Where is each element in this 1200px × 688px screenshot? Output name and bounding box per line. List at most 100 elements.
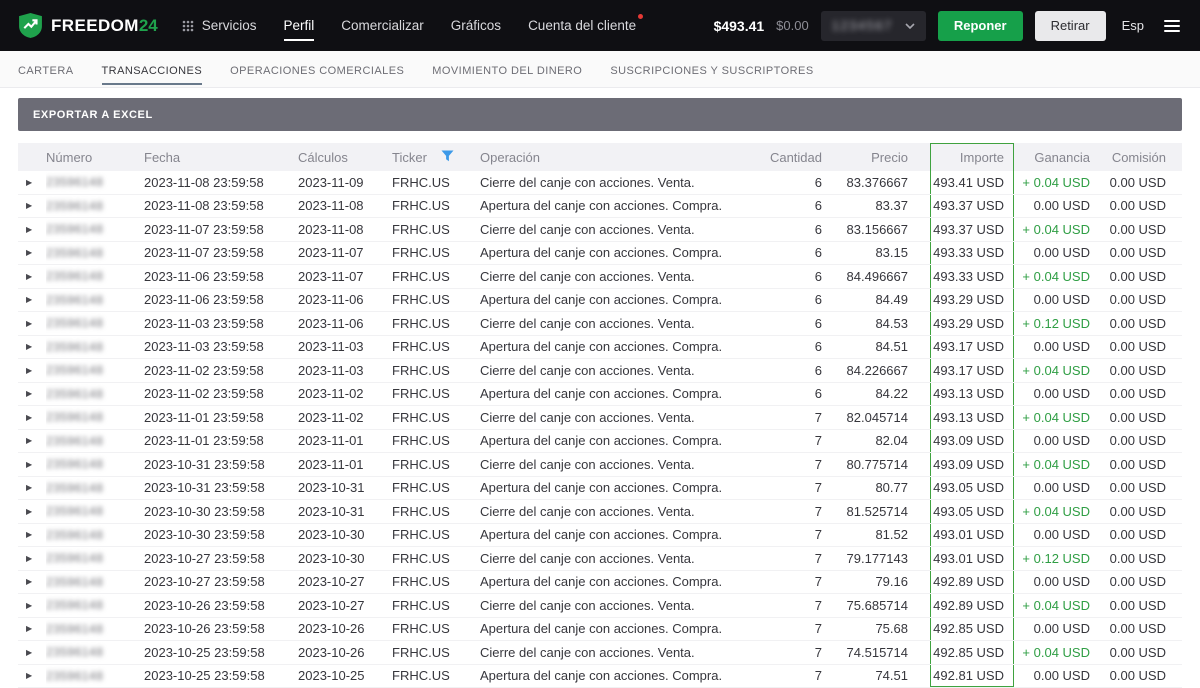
row-ganancia: 0.00 USD bbox=[1033, 621, 1090, 637]
nav-item-perfil[interactable]: Perfil bbox=[283, 10, 315, 41]
table-row[interactable]: ▶ 23596148 2023-11-01 23:59:58 2023-11-0… bbox=[18, 429, 1182, 453]
row-precio: 81.52 bbox=[875, 527, 908, 543]
expand-row-arrow-icon[interactable]: ▶ bbox=[26, 547, 46, 570]
table-row[interactable]: ▶ 23596148 2023-11-07 23:59:58 2023-11-0… bbox=[18, 218, 1182, 242]
row-fecha: 2023-11-07 23:59:58 bbox=[144, 221, 264, 237]
row-precio: 79.177143 bbox=[846, 550, 908, 566]
table-row[interactable]: ▶ 23596148 2023-11-06 23:59:58 2023-11-0… bbox=[18, 265, 1182, 289]
row-calculos: 2023-11-07 bbox=[298, 268, 364, 284]
expand-row-arrow-icon[interactable]: ▶ bbox=[26, 453, 46, 476]
table-row[interactable]: ▶ 23596148 2023-11-02 23:59:58 2023-11-0… bbox=[18, 382, 1182, 406]
table-row[interactable]: ▶ 23596148 2023-11-02 23:59:58 2023-11-0… bbox=[18, 359, 1182, 383]
header-calculos: Cálculos bbox=[298, 149, 348, 165]
tab-transacciones[interactable]: TRANSACCIONES bbox=[101, 51, 203, 85]
nav-item-servicios[interactable]: Servicios bbox=[182, 10, 257, 41]
table-row[interactable]: ▶ 23596148 2023-11-01 23:59:58 2023-11-0… bbox=[18, 406, 1182, 430]
row-precio: 82.045714 bbox=[846, 409, 908, 425]
table-row[interactable]: ▶ 23596148 2023-10-30 23:59:58 2023-10-3… bbox=[18, 523, 1182, 547]
row-fecha: 2023-11-01 23:59:58 bbox=[144, 409, 264, 425]
row-numero: 23596148 bbox=[46, 574, 104, 589]
expand-row-arrow-icon[interactable]: ▶ bbox=[26, 665, 46, 688]
tab-movimiento-del-dinero[interactable]: MOVIMIENTO DEL DINERO bbox=[432, 51, 582, 85]
withdraw-button[interactable]: Retirar bbox=[1034, 10, 1106, 41]
chevron-down-icon bbox=[905, 22, 915, 29]
row-comision: 0.00 USD bbox=[1109, 433, 1166, 449]
expand-row-arrow-icon[interactable]: ▶ bbox=[26, 218, 46, 241]
expand-row-arrow-icon[interactable]: ▶ bbox=[26, 571, 46, 594]
row-comision: 0.00 USD bbox=[1109, 245, 1166, 261]
export-to-excel-button[interactable]: EXPORTAR A EXCEL bbox=[18, 98, 1182, 131]
row-precio: 74.51 bbox=[875, 668, 908, 684]
table-row[interactable]: ▶ 23596148 2023-10-31 23:59:58 2023-10-3… bbox=[18, 476, 1182, 500]
expand-row-arrow-icon[interactable]: ▶ bbox=[26, 289, 46, 312]
header-ganancia: Ganancia bbox=[1034, 149, 1090, 165]
expand-row-arrow-icon[interactable]: ▶ bbox=[26, 477, 46, 500]
row-importe: 492.85 USD bbox=[930, 617, 1014, 640]
row-numero: 23596148 bbox=[46, 222, 104, 237]
row-importe: 493.05 USD bbox=[930, 500, 1014, 523]
row-precio: 83.15 bbox=[875, 245, 908, 261]
table-row[interactable]: ▶ 23596148 2023-10-27 23:59:58 2023-10-2… bbox=[18, 570, 1182, 594]
expand-row-arrow-icon[interactable]: ▶ bbox=[26, 383, 46, 406]
row-calculos: 2023-11-03 bbox=[298, 362, 364, 378]
filter-funnel-icon[interactable] bbox=[441, 150, 454, 165]
header-precio: Precio bbox=[871, 149, 908, 165]
tab-suscripciones-y-suscriptores[interactable]: SUSCRIPCIONES Y SUSCRIPTORES bbox=[610, 51, 813, 85]
expand-row-arrow-icon[interactable]: ▶ bbox=[26, 500, 46, 523]
row-operacion: Cierre del canje con acciones. Venta. bbox=[480, 409, 695, 425]
row-precio: 79.16 bbox=[875, 574, 908, 590]
table-row[interactable]: ▶ 23596148 2023-11-03 23:59:58 2023-11-0… bbox=[18, 335, 1182, 359]
row-cantidad: 7 bbox=[814, 456, 822, 472]
expand-row-arrow-icon[interactable]: ▶ bbox=[26, 524, 46, 547]
nav-item-cuenta-del-cliente[interactable]: Cuenta del cliente bbox=[528, 10, 644, 41]
table-row[interactable]: ▶ 23596148 2023-11-03 23:59:58 2023-11-0… bbox=[18, 312, 1182, 336]
row-operacion: Cierre del canje con acciones. Venta. bbox=[480, 362, 695, 378]
expand-row-arrow-icon[interactable]: ▶ bbox=[26, 618, 46, 641]
nav-item-comercializar[interactable]: Comercializar bbox=[341, 10, 424, 41]
table-row[interactable]: ▶ 23596148 2023-10-31 23:59:58 2023-11-0… bbox=[18, 453, 1182, 477]
expand-row-arrow-icon[interactable]: ▶ bbox=[26, 242, 46, 265]
row-operacion: Apertura del canje con acciones. Compra. bbox=[480, 668, 723, 684]
hamburger-menu-icon[interactable] bbox=[1162, 16, 1182, 36]
row-ganancia: 0.00 USD bbox=[1033, 668, 1090, 684]
expand-row-arrow-icon[interactable]: ▶ bbox=[26, 430, 46, 453]
row-operacion: Apertura del canje con acciones. Compra. bbox=[480, 339, 723, 355]
brand-shield-icon bbox=[18, 12, 43, 39]
table-row[interactable]: ▶ 23596148 2023-11-06 23:59:58 2023-11-0… bbox=[18, 288, 1182, 312]
table-row[interactable]: ▶ 23596148 2023-10-26 23:59:58 2023-10-2… bbox=[18, 594, 1182, 618]
tab-operaciones-comerciales[interactable]: OPERACIONES COMERCIALES bbox=[230, 51, 404, 85]
table-row[interactable]: ▶ 23596148 2023-10-26 23:59:58 2023-10-2… bbox=[18, 617, 1182, 641]
nav-item-graficos[interactable]: Gráficos bbox=[451, 10, 501, 41]
expand-row-arrow-icon[interactable]: ▶ bbox=[26, 195, 46, 218]
account-selector[interactable]: 1234567 bbox=[820, 10, 926, 41]
row-comision: 0.00 USD bbox=[1109, 644, 1166, 660]
row-ticker: FRHC.US bbox=[392, 527, 450, 543]
row-comision: 0.00 USD bbox=[1109, 456, 1166, 472]
table-row[interactable]: ▶ 23596148 2023-11-08 23:59:58 2023-11-0… bbox=[18, 171, 1182, 195]
expand-row-arrow-icon[interactable]: ▶ bbox=[26, 641, 46, 664]
table-row[interactable]: ▶ 23596148 2023-10-30 23:59:58 2023-10-3… bbox=[18, 500, 1182, 524]
row-precio: 80.775714 bbox=[846, 456, 908, 472]
table-row[interactable]: ▶ 23596148 2023-10-27 23:59:58 2023-10-3… bbox=[18, 547, 1182, 571]
row-ganancia: + 0.04 USD bbox=[1022, 221, 1090, 237]
expand-row-arrow-icon[interactable]: ▶ bbox=[26, 594, 46, 617]
row-importe: 493.17 USD bbox=[930, 359, 1014, 382]
row-importe: 493.37 USD bbox=[930, 218, 1014, 241]
expand-row-arrow-icon[interactable]: ▶ bbox=[26, 336, 46, 359]
table-row[interactable]: ▶ 23596148 2023-11-07 23:59:58 2023-11-0… bbox=[18, 241, 1182, 265]
language-selector[interactable]: Esp bbox=[1122, 18, 1144, 33]
tab-cartera[interactable]: CARTERA bbox=[18, 51, 74, 85]
table-row[interactable]: ▶ 23596148 2023-10-25 23:59:58 2023-10-2… bbox=[18, 641, 1182, 665]
table-row[interactable]: ▶ 23596148 2023-10-25 23:59:58 2023-10-2… bbox=[18, 664, 1182, 688]
nav-label: Gráficos bbox=[450, 18, 502, 33]
expand-row-arrow-icon[interactable]: ▶ bbox=[26, 312, 46, 335]
row-comision: 0.00 USD bbox=[1109, 221, 1166, 237]
expand-row-arrow-icon[interactable]: ▶ bbox=[26, 359, 46, 382]
expand-row-arrow-icon[interactable]: ▶ bbox=[26, 265, 46, 288]
expand-row-arrow-icon[interactable]: ▶ bbox=[26, 406, 46, 429]
row-comision: 0.00 USD bbox=[1109, 386, 1166, 402]
table-row[interactable]: ▶ 23596148 2023-11-08 23:59:58 2023-11-0… bbox=[18, 194, 1182, 218]
logo[interactable]: FREEDOM 24 bbox=[18, 12, 158, 39]
deposit-button[interactable]: Reponer bbox=[937, 10, 1023, 41]
expand-row-arrow-icon[interactable]: ▶ bbox=[26, 171, 46, 194]
